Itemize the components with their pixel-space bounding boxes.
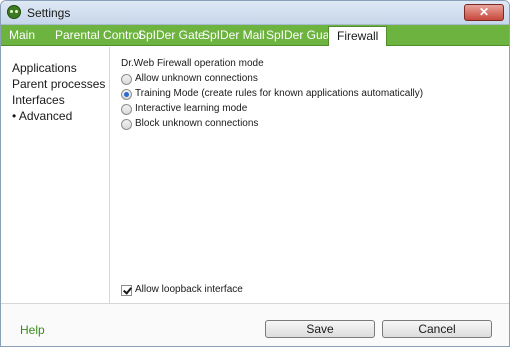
sidebar-item-interfaces[interactable]: Interfaces [12, 93, 65, 107]
operation-mode-label: Dr.Web Firewall operation mode [121, 58, 264, 69]
sidebar-item-applications[interactable]: Applications [12, 61, 77, 75]
radio-button-selected[interactable] [121, 89, 132, 100]
loopback-label: Allow loopback interface [135, 284, 243, 295]
drweb-spider-icon [7, 5, 21, 19]
title-bar: Settings ✕ [1, 1, 509, 25]
mode-option-label: Training Mode (create rules for known ap… [135, 88, 424, 99]
tab-main[interactable]: Main [9, 25, 35, 46]
help-link[interactable]: Help [20, 323, 45, 337]
radio-button[interactable] [121, 104, 132, 115]
tab-firewall[interactable]: Firewall [328, 26, 388, 46]
sidebar-item-parent-processes[interactable]: Parent processes [12, 77, 105, 91]
window-title: Settings [27, 6, 71, 20]
mode-option-label: Interactive learning mode [135, 103, 248, 114]
settings-window: Settings ✕ Main Parental Control SpIDer … [0, 0, 510, 347]
radio-button[interactable] [121, 119, 132, 130]
cancel-button[interactable]: Cancel [382, 320, 492, 338]
tab-bar: Main Parental Control SpIDer Gate SpIDer… [1, 25, 509, 46]
close-button[interactable]: ✕ [464, 4, 504, 21]
firewall-advanced-panel: Dr.Web Firewall operation mode Allow unk… [111, 47, 509, 303]
loopback-checkbox[interactable] [121, 285, 132, 296]
dialog-footer: Help Save Cancel [1, 303, 509, 346]
sidebar-item-advanced[interactable]: • Advanced [12, 109, 72, 123]
mode-option-label: Block unknown connections [135, 118, 259, 129]
save-button[interactable]: Save [265, 320, 375, 338]
radio-button[interactable] [121, 74, 132, 85]
mode-option-label: Allow unknown connections [135, 73, 258, 84]
tab-spider-gate[interactable]: SpIDer Gate [138, 25, 205, 46]
settings-sidebar: Applications Parent processes Interfaces… [1, 47, 110, 303]
tab-spider-mail[interactable]: SpIDer Mail [202, 25, 265, 46]
tab-parental-control[interactable]: Parental Control [55, 25, 142, 46]
